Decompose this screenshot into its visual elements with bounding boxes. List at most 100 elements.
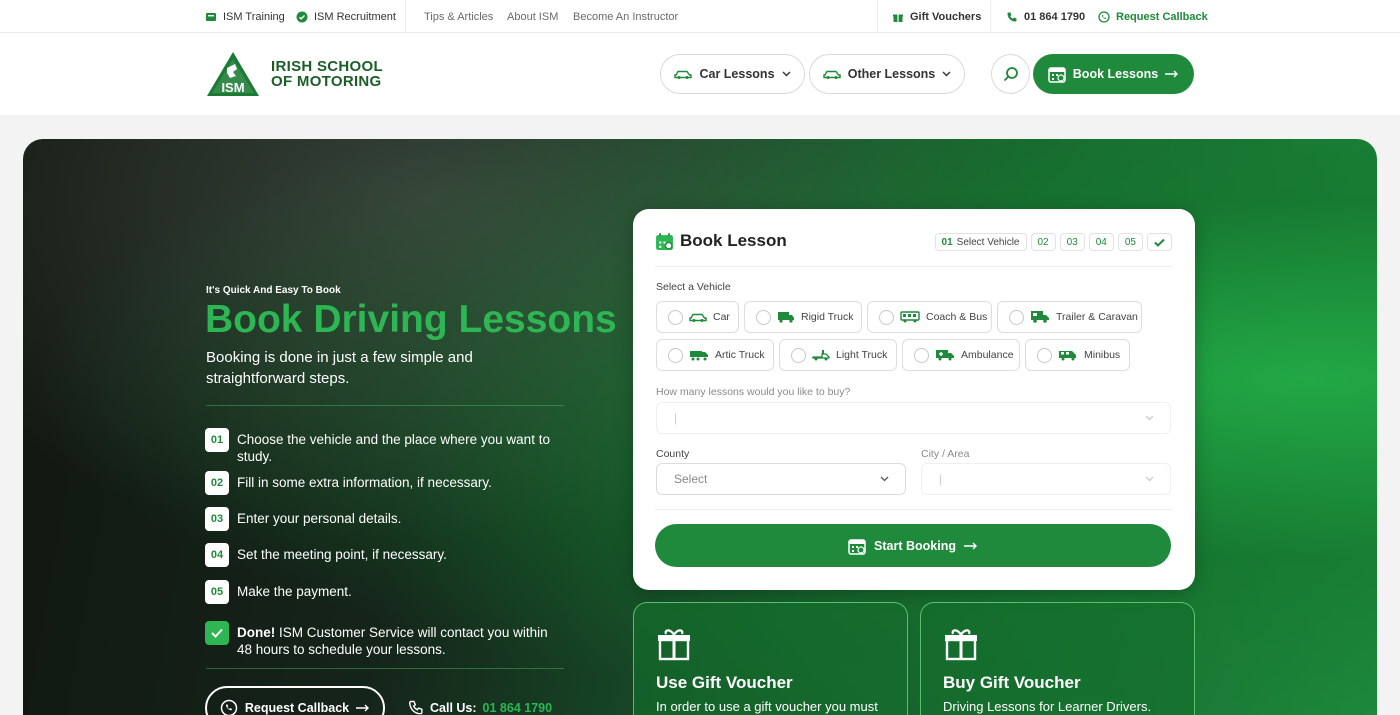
- hero-eyebrow: It's Quick And Easy To Book: [206, 285, 341, 296]
- booking-stepper: 01 Select Vehicle 02 03 04 05: [934, 233, 1172, 251]
- book-lessons-button[interactable]: Book Lessons: [1033, 54, 1194, 94]
- arrow-right-icon: [1165, 70, 1179, 78]
- city-area-select[interactable]: |: [921, 463, 1171, 495]
- vehicle-option-trailer-caravan[interactable]: Trailer & Caravan: [997, 301, 1142, 333]
- chevron-down-icon: [880, 476, 889, 482]
- call-us[interactable]: Call Us: 01 864 1790: [408, 700, 552, 715]
- call-us-number: 01 864 1790: [482, 701, 553, 715]
- radio-button[interactable]: [791, 347, 806, 363]
- vehicle-option-ambulance[interactable]: Ambulance: [902, 339, 1020, 371]
- step-number: 01: [205, 428, 229, 452]
- divider: [990, 0, 991, 33]
- ism-logo-wordmark: IRISH SCHOOL OF MOTORING: [271, 59, 383, 89]
- lessons-count-value: |: [674, 411, 678, 425]
- step-text: Fill in some extra information, if neces…: [237, 475, 492, 490]
- arrow-right-icon: [356, 704, 370, 712]
- light-truck-icon: [812, 350, 830, 361]
- vehicle-option-coach-bus[interactable]: Coach & Bus: [867, 301, 992, 333]
- trailer-icon: [1031, 311, 1049, 323]
- radio-button[interactable]: [914, 347, 929, 363]
- lessons-count-select[interactable]: |: [656, 402, 1171, 434]
- stepper-step-5[interactable]: 05: [1117, 233, 1143, 251]
- training-icon: [206, 12, 216, 21]
- about-ism-link[interactable]: About ISM: [507, 0, 558, 33]
- divider: [206, 405, 564, 406]
- become-instructor-link[interactable]: Become An Instructor: [573, 0, 678, 33]
- book-lesson-card: Book Lesson 01 Select Vehicle 02 03 04 05…: [633, 209, 1195, 590]
- gift-card-title: Use Gift Voucher: [656, 673, 793, 692]
- search-button[interactable]: [991, 54, 1030, 94]
- logo-line-2: OF MOTORING: [271, 73, 382, 90]
- stepper-step-3[interactable]: 03: [1059, 233, 1085, 251]
- car-lessons-label: Car Lessons: [699, 67, 775, 81]
- radio-button[interactable]: [879, 309, 894, 325]
- callback-icon: [1098, 10, 1110, 23]
- radio-button[interactable]: [1037, 347, 1052, 363]
- car-icon: [674, 70, 693, 79]
- vehicle-option-label: Coach & Bus: [926, 311, 988, 323]
- vehicle-label: Select a Vehicle: [656, 281, 731, 293]
- step-number: 04: [205, 543, 229, 567]
- vehicle-option-minibus[interactable]: Minibus: [1025, 339, 1130, 371]
- ism-logo[interactable]: ISM IRISH SCHOOL OF MOTORING: [205, 50, 383, 98]
- tips-articles-link[interactable]: Tips & Articles: [424, 0, 493, 33]
- step-done-description: ISM Customer Service will contact you wi…: [237, 625, 548, 657]
- book-lesson-title-text: Book Lesson: [680, 231, 787, 250]
- gift-vouchers-link[interactable]: Gift Vouchers: [892, 0, 981, 33]
- chevron-down-icon: [1145, 415, 1154, 421]
- car-icon: [823, 70, 841, 79]
- tips-articles-label: Tips & Articles: [424, 10, 494, 23]
- step-done: Done! ISM Customer Service will contact …: [205, 621, 565, 658]
- phone-icon: [1007, 12, 1017, 21]
- top-bar: ISM Training ISM Recruitment Tips & Arti…: [0, 0, 1400, 33]
- vehicle-option-label: Light Truck: [836, 349, 888, 361]
- county-select[interactable]: Select: [656, 463, 906, 495]
- radio-button[interactable]: [1009, 309, 1024, 325]
- radio-button[interactable]: [668, 347, 683, 363]
- lessons-count-label: How many lessons would you like to buy?: [656, 386, 851, 398]
- vehicle-option-artic-truck[interactable]: Artic Truck: [656, 339, 774, 371]
- step-item: 01 Choose the vehicle and the place wher…: [205, 428, 565, 465]
- ism-logo-mark: ISM: [207, 52, 259, 96]
- start-booking-button[interactable]: Start Booking: [655, 524, 1171, 567]
- stepper-step-4[interactable]: 04: [1088, 233, 1114, 251]
- book-lesson-title: Book Lesson: [655, 231, 787, 251]
- step-item: 02 Fill in some extra information, if ne…: [205, 471, 565, 495]
- stepper-step-2[interactable]: 02: [1030, 233, 1056, 251]
- request-callback-link[interactable]: Request Callback: [1098, 0, 1208, 33]
- chevron-down-icon: [782, 71, 791, 77]
- vehicle-option-label: Rigid Truck: [801, 311, 854, 323]
- use-gift-voucher-card[interactable]: Use Gift Voucher In order to use a gift …: [633, 602, 908, 715]
- become-instructor-label: Become An Instructor: [573, 10, 679, 23]
- buy-gift-voucher-card[interactable]: Buy Gift Voucher Driving Lessons for Lea…: [920, 602, 1195, 715]
- calendar-icon: [848, 538, 866, 555]
- step-text: Make the payment.: [237, 584, 352, 599]
- stepper-step-label: Select Vehicle: [956, 236, 1020, 248]
- ism-recruitment-link[interactable]: ISM Recruitment: [296, 0, 396, 33]
- gift-vouchers-label: Gift Vouchers: [910, 10, 982, 23]
- divider: [405, 0, 406, 33]
- radio-button[interactable]: [756, 309, 771, 325]
- stepper-done[interactable]: [1147, 233, 1172, 251]
- vehicle-option-label: Minibus: [1084, 349, 1121, 361]
- gift-card-description: Driving Lessons for Learner Drivers.: [943, 699, 1152, 714]
- step-text: Enter your personal details.: [237, 511, 402, 526]
- stepper-step-1[interactable]: 01 Select Vehicle: [934, 233, 1027, 251]
- other-lessons-dropdown[interactable]: Other Lessons: [809, 54, 965, 94]
- ism-training-link[interactable]: ISM Training: [205, 0, 285, 33]
- car-lessons-dropdown[interactable]: Car Lessons: [660, 54, 805, 94]
- about-ism-label: About ISM: [507, 10, 559, 23]
- vehicle-option-light-truck[interactable]: Light Truck: [779, 339, 897, 371]
- hero-request-callback-button[interactable]: Request Callback: [205, 686, 385, 715]
- county-label: County: [656, 448, 690, 460]
- step-item: 05 Make the payment.: [205, 580, 565, 604]
- divider: [655, 509, 1172, 510]
- vehicle-option-car[interactable]: Car: [656, 301, 739, 333]
- city-area-label: City / Area: [921, 448, 970, 460]
- arrow-right-icon: [963, 542, 977, 549]
- phone-link[interactable]: 01 864 1790: [1006, 0, 1085, 33]
- ism-logo-badge: ISM: [221, 80, 244, 95]
- ism-training-label: ISM Training: [223, 10, 285, 23]
- radio-button[interactable]: [668, 309, 683, 325]
- vehicle-option-rigid-truck[interactable]: Rigid Truck: [744, 301, 862, 333]
